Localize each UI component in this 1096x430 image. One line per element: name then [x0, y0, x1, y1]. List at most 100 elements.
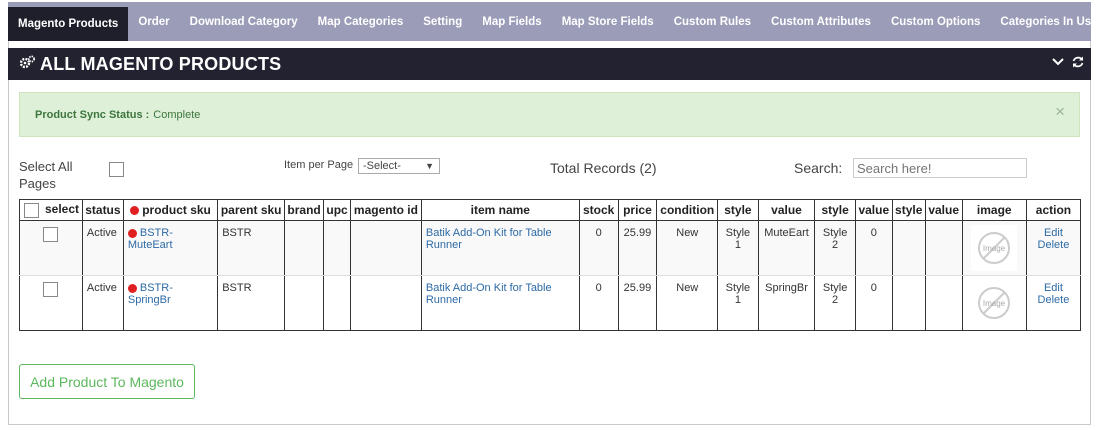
col-image: image [961, 199, 1027, 221]
tab-map-fields[interactable]: Map Fields [472, 2, 551, 41]
table-controls: Select All Pages Item per Page -Select- ▼… [19, 158, 1080, 194]
products-table: select status product sku parent sku bra… [19, 199, 1082, 331]
table-row: Active BSTR-SpringBr BSTR Batik Add-On K… [19, 275, 1082, 331]
close-icon[interactable]: × [1055, 102, 1065, 122]
status-dot-icon [127, 228, 137, 238]
no-image-icon: Image [971, 280, 1018, 326]
col-product-sku: product sku [122, 199, 219, 221]
upc-cell [323, 275, 352, 331]
col-condition: condition [656, 199, 719, 221]
price-cell: 25.99 [617, 275, 658, 331]
action-cell: Edit Delete [1025, 275, 1082, 331]
style1-cell: Style 1 [717, 220, 759, 276]
col-select: select [19, 199, 83, 221]
col-parent-sku: parent sku [217, 199, 286, 221]
col-style-3: style [891, 199, 926, 221]
no-image-icon: Image [971, 225, 1018, 271]
delete-link[interactable]: Delete [1038, 239, 1070, 251]
sync-status-value: Complete [153, 108, 201, 121]
style2-cell: Style 2 [814, 220, 856, 276]
tab-custom-rules[interactable]: Custom Rules [664, 2, 761, 41]
value2-cell: 0 [854, 220, 893, 276]
magento-id-cell [350, 275, 422, 331]
value1-cell: SpringBr [757, 275, 816, 331]
col-style-1: style [717, 199, 759, 221]
table-header-row: select status product sku parent sku bra… [19, 199, 1082, 221]
price-cell: 25.99 [617, 220, 658, 276]
tab-order[interactable]: Order [128, 2, 179, 41]
col-magento-id: magento id [350, 199, 422, 221]
brand-cell [284, 220, 325, 276]
parent-sku-cell: BSTR [217, 220, 286, 276]
tab-custom-options[interactable]: Custom Options [881, 2, 990, 41]
condition-cell: New [656, 275, 719, 331]
item-name-cell: Batik Add-On Kit for Table Runner [420, 220, 580, 276]
col-status: status [81, 199, 124, 221]
select-all-checkbox[interactable] [109, 162, 124, 177]
table-row: Active BSTR-MuteEart BSTR Batik Add-On K… [19, 220, 1082, 276]
tab-categories-in-use[interactable]: Categories In Use [990, 2, 1096, 41]
value1-cell: MuteEart [757, 220, 816, 276]
value3-cell [924, 220, 963, 276]
edit-link[interactable]: Edit [1044, 282, 1063, 294]
panel-header: ALL MAGENTO PRODUCTS [8, 48, 1091, 80]
stock-cell: 0 [578, 275, 619, 331]
item-name-link[interactable]: Batik Add-On Kit for Table Runner [426, 282, 552, 306]
item-per-page-select[interactable]: -Select- ▼ [358, 158, 440, 174]
chevron-down-icon[interactable] [1051, 55, 1065, 74]
tab-download-category[interactable]: Download Category [180, 2, 308, 41]
value2-cell: 0 [854, 275, 893, 331]
style1-cell: Style 1 [717, 275, 759, 331]
refresh-icon[interactable] [1071, 55, 1085, 74]
gears-icon [19, 55, 36, 74]
status-cell: Active [81, 275, 124, 331]
status-dot-icon [127, 283, 137, 293]
svg-text:Image: Image [983, 244, 1006, 253]
tab-custom-attributes[interactable]: Custom Attributes [761, 2, 881, 41]
page-title: ALL MAGENTO PRODUCTS [40, 53, 282, 74]
row-checkbox[interactable] [43, 227, 59, 242]
delete-link[interactable]: Delete [1038, 294, 1070, 306]
tab-magento-products[interactable]: Magento Products [8, 7, 129, 41]
style3-cell [891, 220, 926, 276]
add-product-button[interactable]: Add Product To Magento [19, 364, 195, 399]
col-stock: stock [578, 199, 619, 221]
row-select [19, 220, 83, 276]
dropdown-arrow-icon: ▼ [425, 161, 434, 171]
sync-status-alert: Product Sync Status : Complete × [19, 92, 1080, 137]
row-checkbox[interactable] [43, 282, 59, 297]
style2-cell: Style 2 [814, 275, 856, 331]
image-cell: Image [961, 220, 1027, 276]
item-name-cell: Batik Add-On Kit for Table Runner [420, 275, 580, 331]
header-checkbox[interactable] [24, 202, 39, 218]
style3-cell [891, 275, 926, 331]
edit-link[interactable]: Edit [1044, 227, 1063, 239]
parent-sku-cell: BSTR [217, 275, 286, 331]
tab-setting[interactable]: Setting [413, 2, 472, 41]
tab-bar: Magento Products Order Download Category… [8, 2, 1096, 41]
col-brand: brand [284, 199, 325, 221]
total-records: Total Records (2) [550, 160, 657, 176]
tab-map-categories[interactable]: Map Categories [308, 2, 414, 41]
item-per-page-label: Item per Page [284, 159, 354, 171]
magento-id-cell [350, 220, 422, 276]
item-name-link[interactable]: Batik Add-On Kit for Table Runner [426, 227, 552, 251]
stock-cell: 0 [578, 220, 619, 276]
col-value-2: value [854, 199, 893, 221]
action-cell: Edit Delete [1025, 220, 1082, 276]
sync-status-label: Product Sync Status : [35, 108, 150, 121]
col-action: action [1025, 199, 1082, 221]
col-item-name: item name [420, 199, 580, 221]
select-all-label: Select All Pages [19, 159, 73, 191]
tab-map-store-fields[interactable]: Map Store Fields [552, 2, 664, 41]
condition-cell: New [656, 220, 719, 276]
search-input[interactable] [853, 158, 1027, 178]
upc-cell [323, 220, 352, 276]
brand-cell [284, 275, 325, 331]
image-cell: Image [961, 275, 1027, 331]
status-cell: Active [81, 220, 124, 276]
col-upc: upc [323, 199, 352, 221]
col-price: price [617, 199, 658, 221]
col-style-2: style [814, 199, 856, 221]
svg-text:Image: Image [983, 299, 1006, 308]
